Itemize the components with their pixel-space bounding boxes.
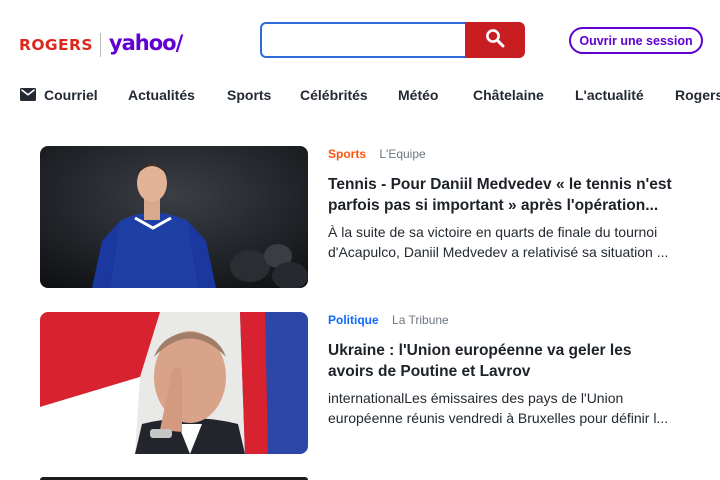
nav-item-chatelaine[interactable]: Châtelaine [473,84,544,106]
search-input[interactable] [260,22,465,58]
article-text: Sports L'Equipe Tennis - Pour Daniil Med… [328,146,680,262]
header: ROGERS yahoo/ Ouvrir une session [0,0,720,80]
article-thumbnail[interactable] [40,312,308,454]
nav-item-rogers[interactable]: Rogers [675,84,720,106]
yahoo-logo-text: yahoo/ [108,31,183,55]
search-bar [260,22,525,58]
article-source: L'Equipe [379,147,426,161]
nav-item-sports[interactable]: Sports [227,84,271,106]
nav-item-actualites[interactable]: Actualités [128,84,195,106]
article-meta: Politique La Tribune [328,312,680,328]
rogers-yahoo-logo[interactable]: ROGERS yahoo/ [19,30,183,60]
logo-divider [99,33,101,57]
nav-item-lactualite[interactable]: L'actualité [575,84,644,106]
article-title[interactable]: Ukraine : l'Union européenne va geler le… [328,340,680,382]
article-card[interactable]: Sports L'Equipe Tennis - Pour Daniil Med… [40,146,720,288]
article-text: Politique La Tribune Ukraine : l'Union e… [328,312,680,428]
rogers-logo-text: ROGERS [19,36,93,54]
article-title[interactable]: Tennis - Pour Daniil Medvedev « le tenni… [328,174,680,216]
article-summary: internationalLes émissaires des pays de … [328,390,669,426]
article-category[interactable]: Politique [328,313,379,327]
mail-icon [20,88,36,106]
article-card[interactable]: Politique La Tribune Ukraine : l'Union e… [40,312,720,454]
search-button[interactable] [465,22,525,58]
sign-in-button[interactable]: Ouvrir une session [569,27,703,54]
search-icon [485,28,505,53]
article-category[interactable]: Sports [328,147,366,161]
nav-item-courriel[interactable]: Courriel [44,84,98,106]
nav-item-meteo[interactable]: Météo [398,84,438,106]
nav-bar: Courriel Actualités Sports Célébrités Mé… [0,84,720,106]
nav-item-celebrites[interactable]: Célébrités [300,84,368,106]
article-meta: Sports L'Equipe [328,146,680,162]
article-summary: À la suite de sa victoire en quarts de f… [328,224,669,260]
article-source: La Tribune [392,313,449,327]
article-thumbnail[interactable] [40,146,308,288]
